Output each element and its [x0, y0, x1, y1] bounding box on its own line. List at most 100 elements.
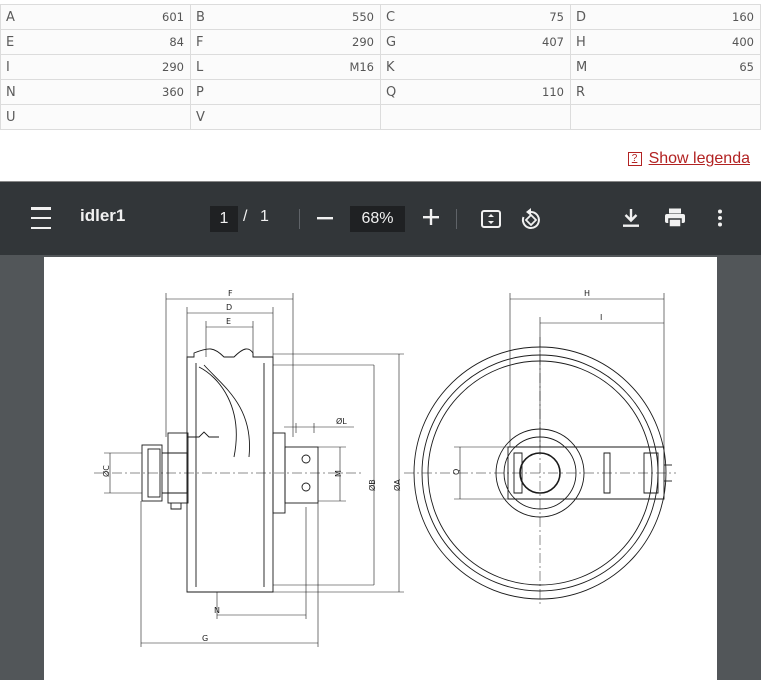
dimension-value: 550 [352, 9, 374, 24]
dimension-key: G [386, 34, 397, 50]
document-title: idler1 [80, 206, 126, 225]
dimension-key: V [196, 109, 205, 125]
dimension-cell: P [190, 79, 381, 105]
pdf-viewer: idler1 1 / 1 68% F D E ØL ØC M ØB ØA N G… [0, 181, 761, 680]
label-L: ØL [336, 416, 347, 426]
label-C: ØC [101, 465, 111, 477]
dimension-key: N [6, 84, 16, 100]
toolbar-divider [456, 209, 457, 229]
menu-icon-bar [31, 207, 51, 210]
dimension-key: I [6, 59, 10, 75]
page-number-input[interactable]: 1 [210, 206, 238, 232]
page-total: 1 [260, 208, 269, 225]
dimension-value: 65 [739, 59, 754, 74]
dimension-value: 84 [169, 34, 184, 49]
dimension-key: E [6, 34, 15, 50]
dimension-cell: E 84 [0, 29, 191, 55]
dimension-key: Q [386, 84, 397, 100]
print-button[interactable] [663, 206, 687, 230]
dimension-cell: C 75 [380, 4, 571, 30]
zoom-out-button[interactable] [314, 206, 336, 230]
dimension-cell: N 360 [0, 79, 191, 105]
dimension-row: UV [0, 104, 761, 130]
print-icon [665, 208, 685, 228]
dimension-cell: D 160 [570, 4, 761, 30]
show-legenda-label: Show legenda [648, 150, 750, 167]
label-H: H [584, 289, 590, 298]
dimension-key: U [6, 109, 16, 125]
zoom-level-input[interactable]: 68% [350, 206, 405, 232]
label-E: E [226, 317, 231, 326]
page-separator: / [243, 208, 248, 225]
dimension-value: 110 [542, 84, 564, 99]
toolbar-divider [299, 209, 300, 229]
dimension-cell: K [380, 54, 571, 80]
more-options-button[interactable] [712, 206, 728, 230]
dimension-cell: M 65 [570, 54, 761, 80]
dimension-value: 400 [732, 34, 754, 49]
dimension-row: A 601 B 550 C 75 D 160 [0, 4, 761, 30]
dimensions-table: A 601 B 550 C 75 D 160 E 84 F 290 G 407 H 400 I 290 L M16 K M… [0, 4, 761, 130]
label-B: ØB [367, 479, 377, 491]
dimension-key: B [196, 9, 205, 25]
dimension-cell: R [570, 79, 761, 105]
dimension-key: D [576, 9, 587, 25]
label-G: G [202, 634, 208, 643]
dimension-value: 160 [732, 9, 754, 24]
dimension-row: N 360 P Q 110 R [0, 79, 761, 105]
dimension-cell: Q 110 [380, 79, 571, 105]
menu-icon-bar [31, 216, 51, 220]
dimension-key: L [196, 59, 204, 75]
dimension-cell: I 290 [0, 54, 191, 80]
download-icon [623, 209, 639, 227]
fit-page-icon [481, 210, 501, 228]
label-A: ØA [392, 479, 402, 491]
dimension-row: I 290 L M16 K M 65 [0, 54, 761, 80]
dimension-value: 290 [352, 34, 374, 49]
dimension-key: C [386, 9, 396, 25]
more-vert-icon [718, 209, 722, 227]
dimension-value: 290 [162, 59, 184, 74]
menu-icon-bar [31, 226, 51, 229]
dimension-value: 407 [542, 34, 564, 49]
dimension-cell: B 550 [190, 4, 381, 30]
dimension-key: K [386, 59, 395, 75]
label-D: D [226, 303, 232, 312]
dimension-key: F [196, 34, 204, 50]
pdf-page: F D E ØL ØC M ØB ØA N G H I Q [44, 257, 717, 680]
label-I: I [600, 313, 602, 322]
minus-icon [317, 217, 333, 220]
dimension-value: 75 [549, 9, 564, 24]
pdf-toolbar: idler1 1 / 1 68% [0, 182, 761, 255]
download-button[interactable] [620, 206, 642, 230]
label-N: N [214, 606, 220, 615]
rotate-button[interactable] [519, 206, 543, 232]
dimension-row: E 84 F 290 G 407 H 400 [0, 29, 761, 55]
dimension-cell: L M16 [190, 54, 381, 80]
plus-icon [423, 209, 439, 225]
dimension-cell [570, 104, 761, 130]
idler-technical-drawing: F D E ØL ØC M ØB ØA N G H I Q [94, 289, 676, 647]
dimension-key: R [576, 84, 586, 100]
dimension-value: 360 [162, 84, 184, 99]
label-M: M [334, 470, 343, 477]
dimension-cell: H 400 [570, 29, 761, 55]
dimension-cell [380, 104, 571, 130]
fit-page-button[interactable] [479, 207, 503, 231]
dimension-key: M [576, 59, 588, 75]
label-Q: Q [452, 469, 461, 475]
rotate-icon [521, 208, 540, 229]
question-box-icon: ? [627, 152, 642, 166]
label-F: F [228, 289, 233, 298]
zoom-in-button[interactable] [420, 204, 442, 230]
dimension-key: A [6, 9, 15, 25]
show-legenda-link[interactable]: ? Show legenda [627, 150, 750, 168]
dimension-cell: V [190, 104, 381, 130]
dimension-key: H [576, 34, 586, 50]
dimension-key: P [196, 84, 204, 100]
dimension-value: 601 [162, 9, 184, 24]
dimension-cell: G 407 [380, 29, 571, 55]
dimension-cell: U [0, 104, 191, 130]
dimension-cell: A 601 [0, 4, 191, 30]
menu-button[interactable] [28, 207, 54, 229]
